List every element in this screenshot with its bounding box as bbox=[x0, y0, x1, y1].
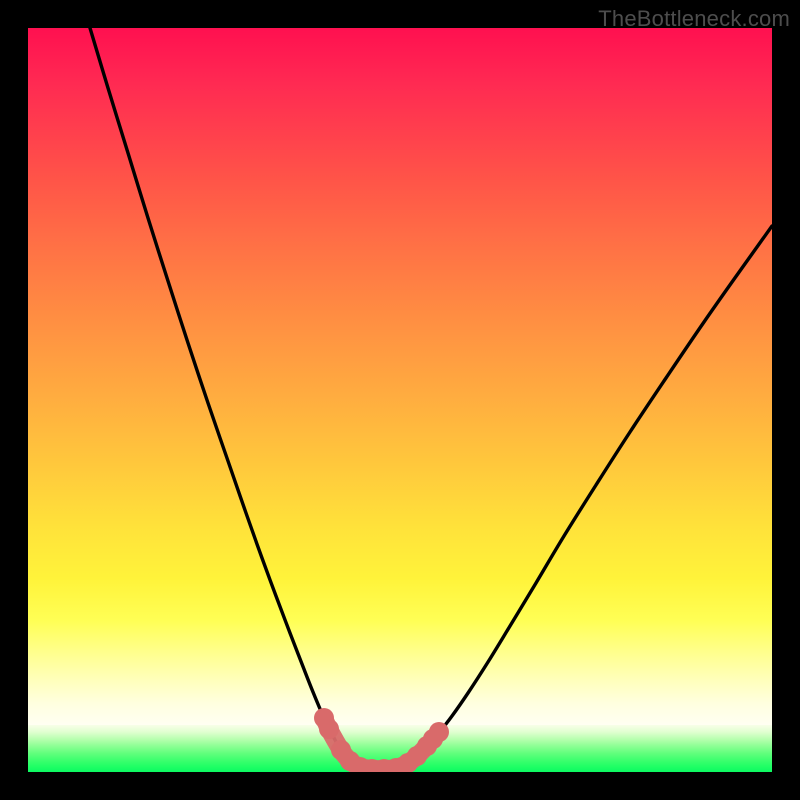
highlight-markers bbox=[314, 708, 449, 772]
plot-area bbox=[28, 28, 772, 772]
chart-svg bbox=[28, 28, 772, 772]
watermark-text: TheBottleneck.com bbox=[598, 6, 790, 32]
curve-line bbox=[90, 28, 772, 770]
